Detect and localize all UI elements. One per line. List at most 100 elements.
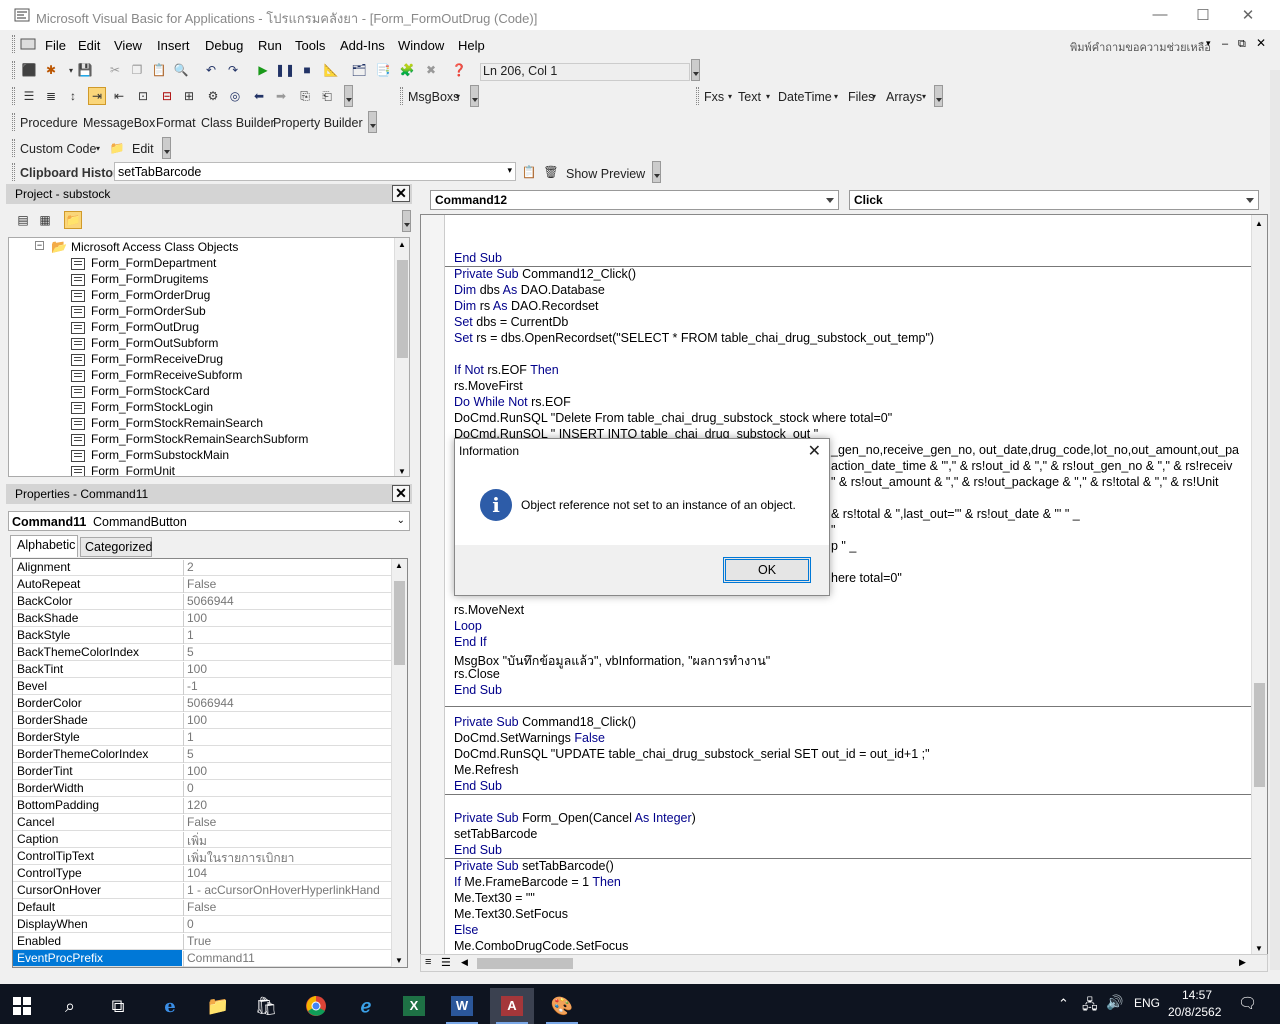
property-row[interactable]: BackThemeColorIndex 5 [13, 644, 391, 661]
code-line[interactable]: rs.MoveFirst [454, 379, 523, 393]
word-icon[interactable]: W [440, 988, 484, 1024]
toolbar-options-icon[interactable] [368, 111, 377, 133]
fxs-menu[interactable]: Fxs [704, 90, 724, 104]
search-icon[interactable]: ⌕ [48, 988, 92, 1024]
properties-window-icon[interactable]: 📑 [374, 61, 392, 79]
tab-alphabetic[interactable]: Alphabetic [10, 535, 78, 557]
tools-icon[interactable]: ⚙ [204, 87, 222, 105]
messagebox-button[interactable]: MessageBox [83, 116, 155, 130]
property-value[interactable]: 0 [183, 781, 389, 797]
find-icon[interactable]: 🔍 [172, 61, 190, 79]
code-line[interactable]: End Sub [454, 843, 502, 857]
code-line[interactable]: End Sub [454, 779, 502, 793]
outdent-icon[interactable]: ⇤ [110, 87, 128, 105]
break-icon[interactable]: ❚❚ [275, 61, 295, 79]
code-line[interactable]: Me.Text30.SetFocus [454, 907, 568, 921]
toolbar-options-icon[interactable] [652, 161, 661, 183]
property-value[interactable]: 100 [183, 713, 389, 729]
scroll-up-icon[interactable]: ▲ [1255, 219, 1263, 228]
menu-debug[interactable]: Debug [205, 38, 243, 53]
network-icon[interactable]: 🖧 [1082, 994, 1098, 1018]
object-combo[interactable]: Command12 [430, 190, 839, 210]
property-row[interactable]: DisplayWhen 0 [13, 916, 391, 933]
fxs-dropdown-icon[interactable]: ▾ [728, 92, 732, 101]
property-row[interactable]: BackShade 100 [13, 610, 391, 627]
property-value[interactable]: False [183, 900, 389, 916]
scroll-thumb[interactable] [394, 581, 405, 665]
property-value[interactable]: False [183, 577, 389, 593]
property-row[interactable]: AutoRepeat False [13, 576, 391, 593]
help-icon[interactable]: ❓ [450, 61, 468, 79]
start-button[interactable] [0, 988, 44, 1024]
property-row[interactable]: BorderTint 100 [13, 763, 391, 780]
object-selector[interactable]: Command11 CommandButton ⌄ [8, 511, 410, 531]
view-object-icon[interactable]: ▦ [36, 211, 54, 229]
property-value[interactable]: 0 [183, 917, 389, 933]
collapse-toggle[interactable]: − [35, 241, 44, 250]
excel-icon[interactable]: X [392, 988, 436, 1024]
code-line[interactable]: Loop [454, 619, 482, 633]
code-line[interactable]: End Sub [454, 683, 502, 697]
object-combo-dropdown-icon[interactable] [826, 198, 834, 203]
format-button[interactable]: Format [156, 116, 196, 130]
property-row[interactable]: Enabled True [13, 933, 391, 950]
delete-clipboard-icon[interactable]: 🗑 [542, 163, 560, 181]
project-toolbar-options-icon[interactable] [402, 210, 411, 232]
code-line[interactable]: Me.Refresh [454, 763, 519, 777]
property-row[interactable]: Alignment 2 [13, 559, 391, 576]
menu-file[interactable]: File [45, 38, 66, 53]
child-minimize-icon[interactable]: – [1222, 38, 1228, 50]
tree-item[interactable]: Form_FormReceiveDrug [91, 352, 223, 366]
redo-icon[interactable]: ↷ [224, 61, 242, 79]
text-dropdown-icon[interactable]: ▾ [766, 92, 770, 101]
msgboxes-menu[interactable]: MsgBoxs [408, 90, 459, 104]
scroll-right-icon[interactable]: ▶ [1239, 957, 1246, 968]
property-row[interactable]: BackColor 5066944 [13, 593, 391, 610]
folder-icon[interactable]: 📁 [108, 139, 126, 157]
file-explorer-icon[interactable]: 📁 [196, 988, 240, 1024]
procedure-combo[interactable]: Click [849, 190, 1259, 210]
files-menu[interactable]: Files [848, 90, 874, 104]
help-search-box[interactable]: พิมพ์คำถามขอความช่วยเหลือ [1070, 38, 1211, 56]
property-value[interactable]: True [183, 934, 389, 950]
code-line[interactable]: DoCmd.RunSQL "Delete From table_chai_dru… [454, 411, 892, 425]
tree-item[interactable]: Form_FormUnit [91, 464, 175, 476]
run-icon[interactable]: ▶ [254, 61, 272, 79]
code-line[interactable]: DoCmd.SetWarnings False [454, 731, 605, 745]
comment-block-icon[interactable]: ⊟ [158, 87, 176, 105]
toolbar-options-icon[interactable] [934, 85, 943, 107]
code-line[interactable]: Dim dbs As DAO.Database [454, 283, 605, 297]
dialog-close-icon[interactable]: ✕ [808, 441, 821, 461]
property-value[interactable]: 1 [183, 730, 389, 746]
property-row[interactable]: BorderStyle 1 [13, 729, 391, 746]
property-value[interactable]: 1 [183, 628, 389, 644]
scroll-up-icon[interactable]: ▲ [395, 561, 403, 570]
property-value[interactable]: เพิ่มในรายการเบิกยา [183, 849, 389, 865]
toolbar-options-icon[interactable] [691, 59, 700, 81]
property-value[interactable]: 120 [183, 798, 389, 814]
code-line[interactable]: If Me.FrameBarcode = 1 Then [454, 875, 621, 889]
code-horizontal-scrollbar[interactable]: ≡ ☰ ◀ ▶ [420, 954, 1268, 972]
menu-help[interactable]: Help [458, 38, 485, 53]
property-value[interactable]: 5066944 [183, 594, 389, 610]
property-row[interactable]: ControlTipText เพิ่มในรายการเบิกยา [13, 848, 391, 865]
property-row[interactable]: BorderThemeColorIndex 5 [13, 746, 391, 763]
list-constants-icon[interactable]: ≣ [42, 87, 60, 105]
insert-userform-icon[interactable]: ✱ [42, 61, 60, 79]
property-row[interactable]: Cancel False [13, 814, 391, 831]
tree-item[interactable]: Form_FormDrugitems [91, 272, 208, 286]
parameter-info-icon[interactable]: ⎗ [318, 87, 336, 105]
toolbar-options-icon[interactable] [470, 85, 479, 107]
tree-item[interactable]: Form_FormStockLogin [91, 400, 213, 414]
notification-icon[interactable]: 🗨 [1238, 994, 1257, 1012]
edit-button[interactable]: Edit [132, 142, 154, 156]
code-line[interactable]: MsgBox "บันทึกข้อมูลแล้ว", vbInformation… [454, 651, 770, 671]
code-line[interactable]: _gen_no,receive_gen_no, out_date,drug_co… [831, 443, 1239, 457]
tree-item[interactable]: Form_FormOutSubform [91, 336, 218, 350]
property-row[interactable]: Default False [13, 899, 391, 916]
custom-code-dropdown-icon[interactable]: ▾ [96, 144, 100, 153]
internet-explorer-icon[interactable]: ℯ [344, 988, 388, 1024]
scroll-thumb[interactable] [397, 260, 408, 358]
code-line[interactable]: setTabBarcode [454, 827, 537, 841]
code-line[interactable]: p " _ [831, 539, 856, 553]
